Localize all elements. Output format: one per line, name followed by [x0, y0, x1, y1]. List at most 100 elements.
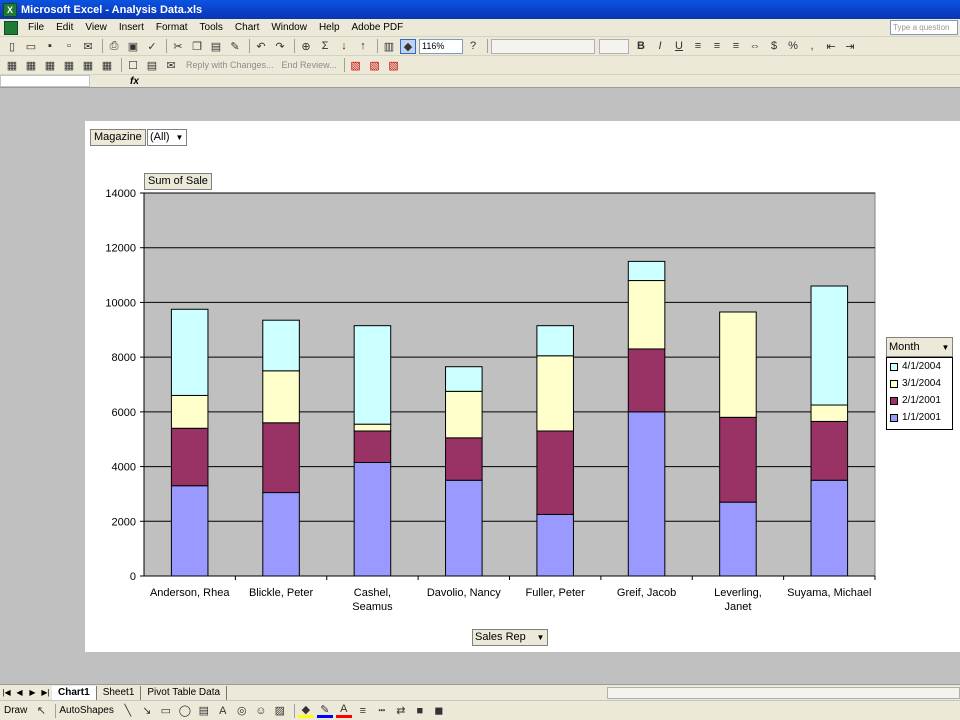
print-preview-icon[interactable]: ▣	[125, 39, 141, 54]
review-icon[interactable]: ▦	[23, 58, 39, 73]
review-icon[interactable]: ▦	[42, 58, 58, 73]
review-icon[interactable]: ▦	[99, 58, 115, 73]
pdf-review-icon[interactable]: ▧	[386, 58, 402, 73]
align-right-icon[interactable]: ≡	[728, 39, 744, 54]
font-select[interactable]	[491, 38, 595, 54]
italic-icon[interactable]: I	[652, 39, 668, 54]
permission-icon[interactable]: ▫	[61, 39, 77, 54]
review-icon[interactable]: ▦	[4, 58, 20, 73]
hyperlink-icon[interactable]: ⊕	[298, 39, 314, 54]
page-field-magazine[interactable]: Magazine	[90, 129, 146, 146]
shadow-icon[interactable]: ■	[412, 703, 428, 718]
line-color-icon[interactable]: ✎	[316, 703, 333, 718]
diagram-icon[interactable]: ◎	[234, 703, 250, 718]
sheet-tab-pivot-table-data[interactable]: Pivot Table Data	[141, 685, 228, 700]
stacked-bar-chart[interactable]: 0 2000 4000 6000 8000 10000 12000 14000 Anderson…	[85, 121, 960, 652]
category-field-dropdown[interactable]: Sales Rep ▼	[472, 629, 548, 646]
dropdown-arrow-icon[interactable]: ▼	[174, 131, 185, 144]
undo-icon[interactable]: ↶	[253, 39, 269, 54]
menu-window[interactable]: Window	[265, 22, 313, 33]
reply-icon[interactable]: ✉	[163, 58, 179, 73]
series-field-dropdown[interactable]: Month ▼	[886, 337, 953, 357]
menu-format[interactable]: Format	[150, 22, 194, 33]
clipart-icon[interactable]: ☺	[253, 703, 269, 718]
oval-icon[interactable]: ◯	[177, 703, 193, 718]
dropdown-arrow-icon[interactable]: ▼	[940, 341, 951, 354]
autoshapes-menu[interactable]: AutoShapes	[59, 705, 114, 716]
dropdown-arrow-icon[interactable]: ▼	[535, 631, 546, 644]
new-icon[interactable]: ▯	[4, 39, 20, 54]
redo-icon[interactable]: ↷	[272, 39, 288, 54]
next-sheet-icon[interactable]: ▶	[26, 688, 39, 697]
chart-legend[interactable]: 4/1/2004 3/1/2004 2/1/2001 1/1/2001	[886, 357, 953, 430]
chart-sheet[interactable]: 0 2000 4000 6000 8000 10000 12000 14000 Anderson…	[85, 121, 960, 652]
spelling-icon[interactable]: ✓	[144, 39, 160, 54]
help-icon[interactable]: ?	[465, 39, 481, 54]
menu-chart[interactable]: Chart	[229, 22, 265, 33]
align-left-icon[interactable]: ≡	[690, 39, 706, 54]
menu-adobe-pdf[interactable]: Adobe PDF	[346, 22, 410, 33]
arrow-icon[interactable]: ↘	[139, 703, 155, 718]
underline-icon[interactable]: U	[671, 39, 687, 54]
prev-sheet-icon[interactable]: ◀	[13, 688, 26, 697]
sort-descending-icon[interactable]: ↑	[355, 39, 371, 54]
menu-insert[interactable]: Insert	[113, 22, 150, 33]
fx-icon[interactable]: fx	[130, 76, 139, 87]
page-field-dropdown[interactable]: (All) ▼	[147, 129, 187, 146]
paste-icon[interactable]: ▤	[208, 39, 224, 54]
draw-menu[interactable]: Draw	[4, 705, 27, 716]
pdf-email-icon[interactable]: ▧	[367, 58, 383, 73]
sort-ascending-icon[interactable]: ↓	[336, 39, 352, 54]
menu-view[interactable]: View	[79, 22, 113, 33]
decrease-indent-icon[interactable]: ⇤	[823, 39, 839, 54]
currency-icon[interactable]: $	[766, 39, 782, 54]
open-icon[interactable]: ▭	[23, 39, 39, 54]
copy-icon[interactable]: ❐	[189, 39, 205, 54]
format-painter-icon[interactable]: ✎	[227, 39, 243, 54]
menu-file[interactable]: File	[22, 22, 50, 33]
sheet-tab-sheet1[interactable]: Sheet1	[97, 685, 142, 700]
save-icon[interactable]: ▪	[42, 39, 58, 54]
menu-edit[interactable]: Edit	[50, 22, 79, 33]
3d-icon[interactable]: ◼	[431, 703, 447, 718]
arrow-style-icon[interactable]: ⇄	[393, 703, 409, 718]
cut-icon[interactable]: ✂	[170, 39, 186, 54]
data-field-button[interactable]: Sum of Sale	[144, 173, 212, 190]
increase-indent-icon[interactable]: ⇥	[842, 39, 858, 54]
reply-with-changes-button[interactable]: Reply with Changes...	[186, 60, 274, 70]
review-icon[interactable]: ▦	[80, 58, 96, 73]
merge-center-icon[interactable]: ⇔	[747, 39, 763, 54]
workbook-icon[interactable]	[4, 20, 18, 35]
comma-icon[interactable]: ,	[804, 39, 820, 54]
fill-color-icon[interactable]: ◆	[297, 703, 314, 718]
line-icon[interactable]: ╲	[120, 703, 136, 718]
first-sheet-icon[interactable]: |◀	[0, 688, 13, 697]
dash-style-icon[interactable]: ┅	[374, 703, 390, 718]
percent-icon[interactable]: %	[785, 39, 801, 54]
horizontal-scrollbar[interactable]	[607, 686, 960, 699]
rectangle-icon[interactable]: ▭	[158, 703, 174, 718]
align-center-icon[interactable]: ≡	[709, 39, 725, 54]
chart-wizard-icon[interactable]: ▥	[381, 39, 397, 54]
font-color-icon[interactable]: A	[335, 703, 352, 718]
track-changes-icon[interactable]: ☐	[125, 58, 141, 73]
print-icon[interactable]: ⎙	[106, 39, 122, 54]
pdf-icon[interactable]: ▧	[348, 58, 364, 73]
email-icon[interactable]: ✉	[80, 39, 96, 54]
review-icon[interactable]: ▦	[61, 58, 77, 73]
menu-tools[interactable]: Tools	[194, 22, 229, 33]
last-sheet-icon[interactable]: ▶|	[39, 688, 52, 697]
wordart-icon[interactable]: A	[215, 703, 231, 718]
name-box[interactable]	[0, 75, 90, 87]
drawing-icon[interactable]: ◆	[400, 38, 416, 54]
line-style-icon[interactable]: ≡	[355, 703, 371, 718]
menu-help[interactable]: Help	[313, 22, 346, 33]
font-size-select[interactable]	[599, 38, 629, 54]
zoom-select[interactable]: 116%	[419, 38, 463, 54]
end-review-button[interactable]: End Review...	[282, 60, 337, 70]
sheet-tab-chart1[interactable]: Chart1	[52, 685, 97, 700]
textbox-icon[interactable]: ▤	[196, 703, 212, 718]
autosum-icon[interactable]: Σ	[317, 39, 333, 54]
bold-icon[interactable]: B	[633, 39, 649, 54]
picture-icon[interactable]: ▨	[272, 703, 288, 718]
